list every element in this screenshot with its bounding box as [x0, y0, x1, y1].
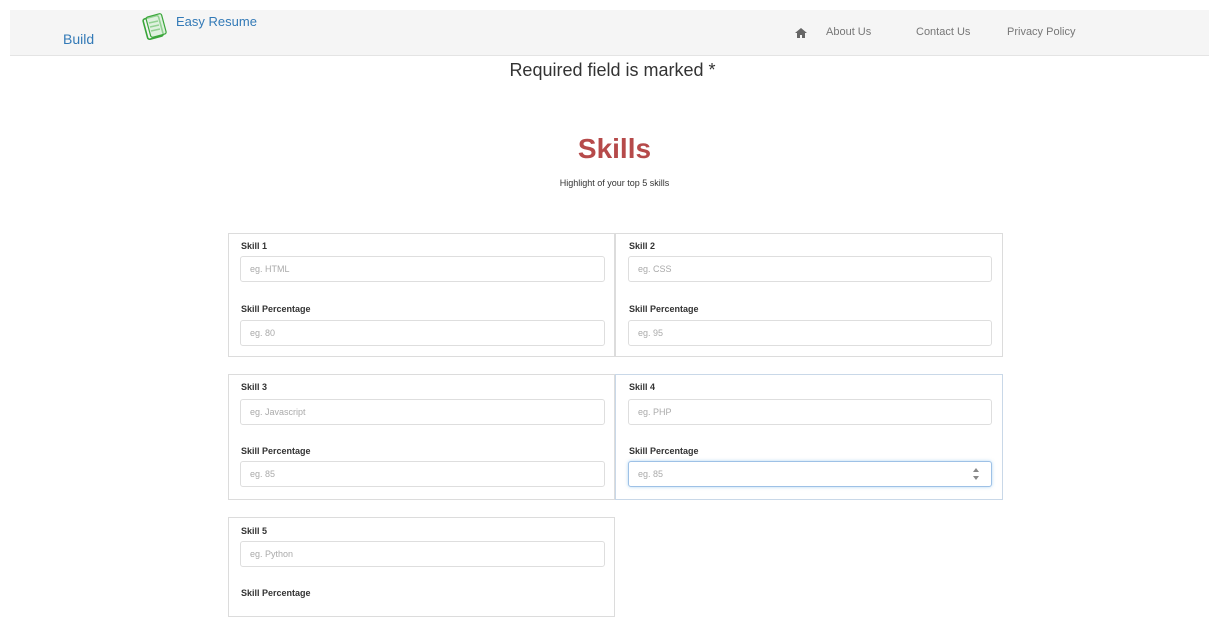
skill-1-percentage-label: Skill Percentage — [241, 304, 311, 314]
skill-1-percentage-input[interactable] — [240, 320, 605, 346]
skill-2-percentage-input[interactable] — [628, 320, 992, 346]
skill-3-label: Skill 3 — [241, 382, 268, 392]
skill-4-label: Skill 4 — [629, 382, 656, 392]
skill-2-input[interactable] — [628, 256, 992, 282]
skill-card-5: Skill 5 Skill Percentage — [228, 517, 615, 617]
skill-3-percentage-label: Skill Percentage — [241, 446, 311, 456]
skill-2-percentage-label: Skill Percentage — [629, 304, 699, 314]
nav-privacy-policy[interactable]: Privacy Policy — [1007, 26, 1075, 38]
skill-1-label: Skill 1 — [241, 241, 268, 251]
nav-about-us[interactable]: About Us — [826, 26, 871, 38]
section-title: Skills — [577, 133, 652, 164]
skill-4-input[interactable] — [628, 399, 992, 425]
skill-4-percentage-input[interactable] — [628, 461, 992, 487]
skill-card-4: Skill 4 Skill Percentage — [615, 374, 1003, 500]
nav-contact-us[interactable]: Contact Us — [916, 26, 970, 38]
skill-5-label: Skill 5 — [241, 526, 268, 536]
skill-4-percentage-label: Skill Percentage — [629, 446, 699, 456]
skill-card-2: Skill 2 Skill Percentage — [615, 233, 1003, 357]
skill-5-percentage-label: Skill Percentage — [241, 588, 311, 598]
home-icon[interactable] — [794, 26, 808, 40]
navbar: Build Easy Resume About Us Contact Us Pr… — [10, 10, 1209, 56]
required-field-note: Required field is marked * — [509, 60, 716, 80]
section-subtitle: Highlight of your top 5 skills — [559, 178, 670, 188]
skill-card-1: Skill 1 Skill Percentage — [228, 233, 615, 357]
skill-card-3: Skill 3 Skill Percentage — [228, 374, 615, 500]
resume-logo-icon[interactable] — [139, 13, 169, 43]
skill-1-input[interactable] — [240, 256, 605, 282]
skill-5-input[interactable] — [240, 541, 605, 567]
skill-3-percentage-input[interactable] — [240, 461, 605, 487]
build-link[interactable]: Build — [63, 31, 94, 47]
number-spinner-icon[interactable] — [972, 465, 980, 483]
brand-title[interactable]: Easy Resume — [176, 14, 257, 29]
skill-3-input[interactable] — [240, 399, 605, 425]
skill-2-label: Skill 2 — [629, 241, 656, 251]
